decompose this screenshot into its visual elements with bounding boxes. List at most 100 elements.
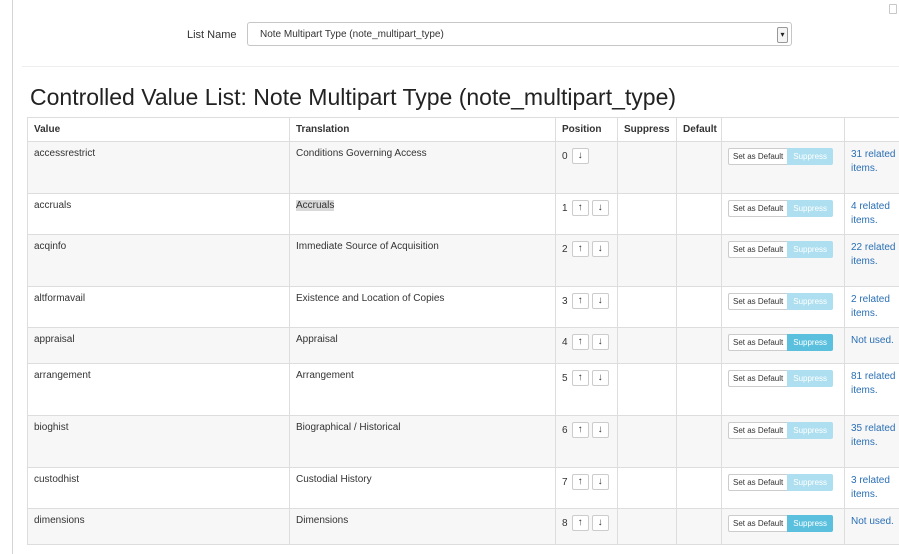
translation-text: Custodial History [296, 474, 372, 485]
value-cell: bioghist [27, 415, 290, 468]
suppress-cell [617, 467, 677, 509]
set-as-default-button[interactable]: Set as Default [728, 515, 788, 532]
value-cell: appraisal [27, 327, 290, 364]
default-cell [676, 286, 722, 328]
arrow-up-icon[interactable]: ↑ [571, 293, 589, 309]
translation-text: Appraisal [296, 334, 338, 345]
arrow-down-icon[interactable]: ↓ [591, 241, 609, 257]
related-items-link[interactable]: 35 related items. [851, 423, 895, 448]
set-as-default-button[interactable]: Set as Default [728, 334, 788, 351]
related-items-link[interactable]: 31 related items. [851, 149, 895, 174]
table-row: bioghist Biographical / Historical 6 ↑ ↓… [27, 415, 899, 468]
position-number: 3 [562, 295, 568, 307]
page-title: Controlled Value List: Note Multipart Ty… [30, 84, 677, 110]
table-header-row: Value Translation Position Suppress Defa… [27, 117, 899, 142]
set-as-default-button[interactable]: Set as Default [728, 293, 788, 310]
translation-text: Immediate Source of Acquisition [296, 241, 439, 252]
translation-text: Dimensions [296, 515, 349, 526]
set-as-default-button[interactable]: Set as Default [728, 370, 788, 387]
actions-cell: Set as Default Suppress [721, 193, 845, 235]
suppress-button[interactable]: Suppress [787, 515, 834, 532]
arrow-down-icon[interactable]: ↓ [591, 515, 609, 531]
arrow-down-icon[interactable]: ↓ [591, 474, 609, 490]
values-table: Value Translation Position Suppress Defa… [27, 117, 899, 545]
translation-cell: Accruals [289, 193, 556, 235]
suppress-button[interactable]: Suppress [787, 370, 834, 387]
suppress-button[interactable]: Suppress [787, 422, 834, 439]
actions-cell: Set as Default Suppress [721, 234, 845, 287]
arrow-up-icon[interactable]: ↑ [571, 200, 589, 216]
default-cell [676, 234, 722, 287]
usage-cell: 3 related items. [844, 467, 899, 509]
translation-cell: Appraisal [289, 327, 556, 364]
actions-cell: Set as Default Suppress [721, 141, 845, 194]
related-items-link[interactable]: Not used. [851, 335, 894, 346]
related-items-link[interactable]: Not used. [851, 516, 894, 527]
suppress-cell [617, 415, 677, 468]
suppress-cell [617, 286, 677, 328]
related-items-link[interactable]: 4 related items. [851, 201, 890, 226]
translation-text: Arrangement [296, 370, 354, 381]
arrow-up-icon[interactable]: ↑ [571, 370, 589, 386]
related-items-link[interactable]: 22 related items. [851, 242, 895, 267]
arrow-up-icon[interactable]: ↑ [571, 241, 589, 257]
suppress-button[interactable]: Suppress [787, 241, 834, 258]
translation-cell: Immediate Source of Acquisition [289, 234, 556, 287]
related-items-link[interactable]: 3 related items. [851, 475, 890, 500]
related-items-link[interactable]: 2 related items. [851, 294, 890, 319]
chevron-updown-icon[interactable]: ▾ [777, 27, 788, 43]
usage-cell: 31 related items. [844, 141, 899, 194]
suppress-button[interactable]: Suppress [787, 293, 834, 310]
value-cell: dimensions [27, 508, 290, 545]
usage-cell: 35 related items. [844, 415, 899, 468]
position-number: 2 [562, 243, 568, 255]
usage-cell: 2 related items. [844, 286, 899, 328]
translation-text: Biographical / Historical [296, 422, 401, 433]
translation-cell: Arrangement [289, 363, 556, 416]
arrow-down-icon[interactable]: ↓ [591, 370, 609, 386]
list-name-label: List Name [187, 29, 237, 41]
position-cell: 6 ↑ ↓ [555, 415, 618, 468]
set-as-default-button[interactable]: Set as Default [728, 474, 788, 491]
arrow-down-icon[interactable]: ↓ [591, 334, 609, 350]
suppress-cell [617, 193, 677, 235]
suppress-button[interactable]: Suppress [787, 334, 834, 351]
table-row: custodhist Custodial History 7 ↑ ↓ Set a… [27, 467, 899, 509]
suppress-button[interactable]: Suppress [787, 148, 834, 165]
table-row: accruals Accruals 1 ↑ ↓ Set as Default S… [27, 193, 899, 235]
value-cell: custodhist [27, 467, 290, 509]
position-cell: 0 ↓ [555, 141, 618, 194]
arrow-up-icon[interactable]: ↑ [571, 515, 589, 531]
arrow-down-icon[interactable]: ↓ [571, 148, 589, 164]
arrow-down-icon[interactable]: ↓ [591, 293, 609, 309]
actions-cell: Set as Default Suppress [721, 467, 845, 509]
set-as-default-button[interactable]: Set as Default [728, 241, 788, 258]
position-number: 8 [562, 517, 568, 529]
suppress-button[interactable]: Suppress [787, 200, 834, 217]
translation-text: Accruals [296, 200, 335, 211]
arrow-down-icon[interactable]: ↓ [591, 422, 609, 438]
actions-cell: Set as Default Suppress [721, 363, 845, 416]
suppress-cell [617, 141, 677, 194]
suppress-cell [617, 327, 677, 364]
left-border [12, 0, 13, 554]
position-number: 1 [562, 202, 568, 214]
column-header-value: Value [27, 117, 290, 142]
arrow-up-icon[interactable]: ↑ [571, 422, 589, 438]
related-items-link[interactable]: 81 related items. [851, 371, 895, 396]
set-as-default-button[interactable]: Set as Default [728, 422, 788, 439]
list-name-select-value: Note Multipart Type (note_multipart_type… [260, 29, 444, 40]
translation-cell: Dimensions [289, 508, 556, 545]
suppress-cell [617, 363, 677, 416]
list-name-select[interactable]: Note Multipart Type (note_multipart_type… [247, 22, 792, 46]
table-row: accessrestrict Conditions Governing Acce… [27, 141, 899, 194]
set-as-default-button[interactable]: Set as Default [728, 148, 788, 165]
arrow-up-icon[interactable]: ↑ [571, 474, 589, 490]
arrow-up-icon[interactable]: ↑ [571, 334, 589, 350]
column-header-default: Default [676, 117, 722, 142]
suppress-button[interactable]: Suppress [787, 474, 834, 491]
translation-cell: Biographical / Historical [289, 415, 556, 468]
arrow-down-icon[interactable]: ↓ [591, 200, 609, 216]
set-as-default-button[interactable]: Set as Default [728, 200, 788, 217]
position-number: 6 [562, 424, 568, 436]
